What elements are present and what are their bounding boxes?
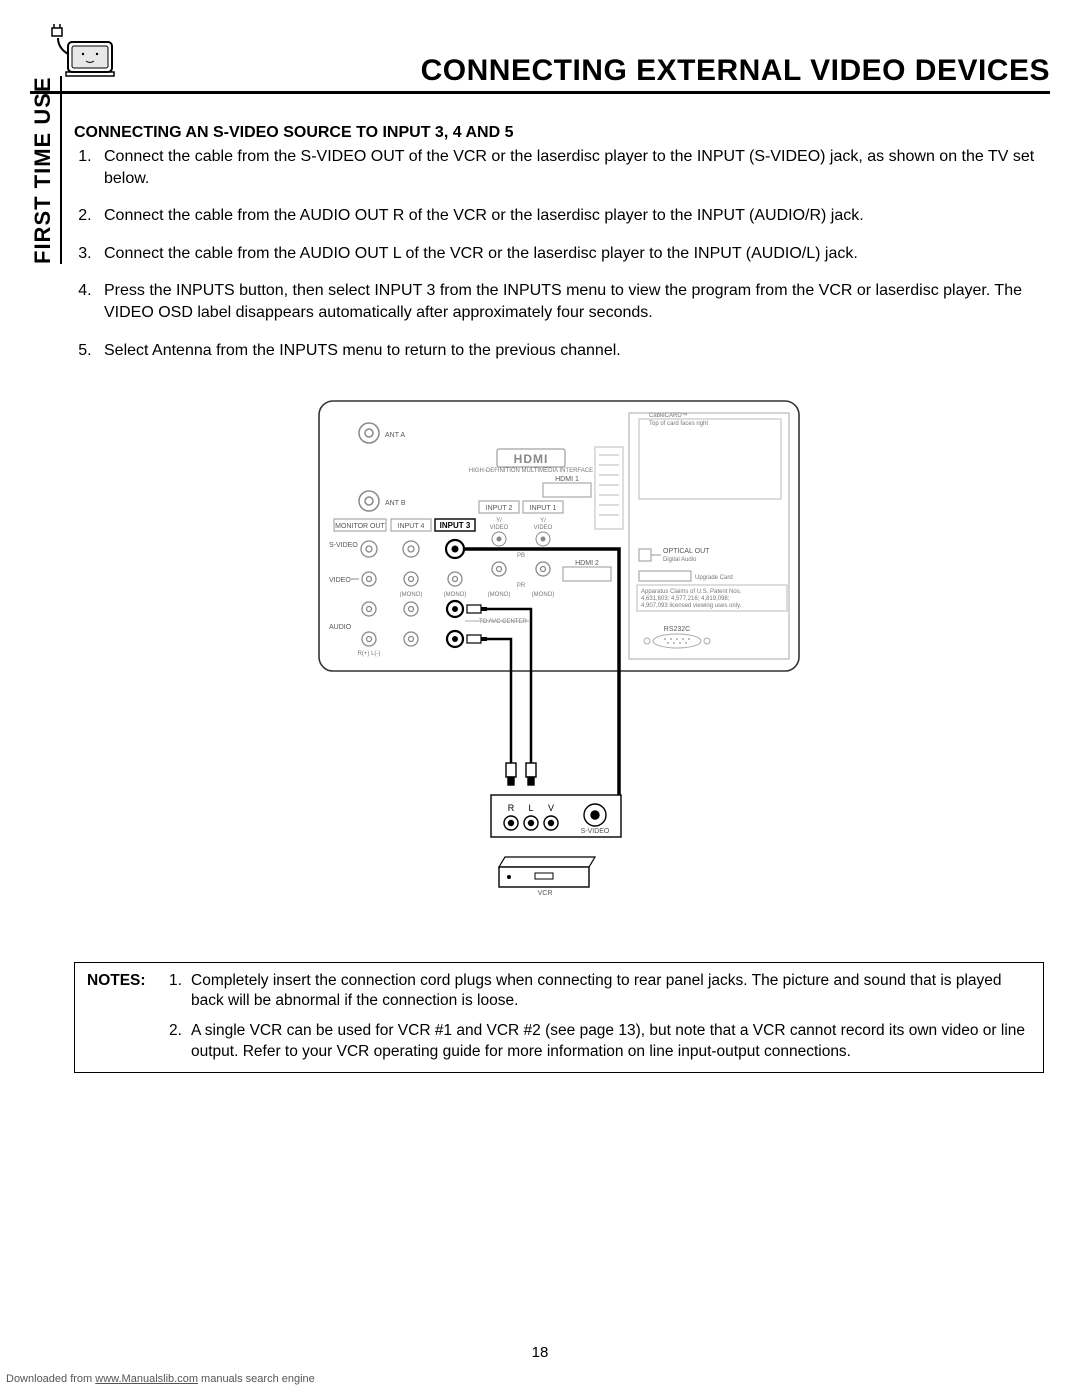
- page: CONNECTING EXTERNAL VIDEO DEVICES FIRST …: [0, 0, 1080, 1397]
- svg-text:TO AVC CENTER: TO AVC CENTER: [479, 619, 527, 625]
- svg-text:(MONO): (MONO): [444, 592, 467, 598]
- svg-text:HDMI 1: HDMI 1: [555, 476, 579, 483]
- svg-text:Apparatus Claims of U.S. Paten: Apparatus Claims of U.S. Patent Nos.: [641, 589, 742, 595]
- svg-text:4,907,093 licensed viewing use: 4,907,093 licensed viewing uses only.: [641, 603, 742, 609]
- step-3: Connect the cable from the AUDIO OUT L o…: [96, 243, 1044, 265]
- svg-text:INPUT 2: INPUT 2: [486, 505, 513, 512]
- svg-text:Upgrade Card: Upgrade Card: [695, 575, 733, 581]
- step-2: Connect the cable from the AUDIO OUT R o…: [96, 205, 1044, 227]
- step-5: Select Antenna from the INPUTS menu to r…: [96, 340, 1044, 362]
- svg-text:Digital Audio: Digital Audio: [663, 557, 697, 563]
- body: FIRST TIME USE CONNECTING AN S-VIDEO SOU…: [30, 124, 1050, 1073]
- diagram-svg: ANT A ANT B HDMI HIGH-DEFINITION MULTIME…: [299, 391, 819, 921]
- footer-suffix: manuals search engine: [198, 1373, 315, 1385]
- svg-text:(MONO): (MONO): [532, 592, 555, 598]
- section-tab: FIRST TIME USE: [30, 124, 64, 1073]
- notes-box: NOTES: 1. Completely insert the connecti…: [74, 962, 1044, 1073]
- svg-text:R(+) L(-): R(+) L(-): [358, 651, 381, 657]
- svg-text:RS232C: RS232C: [664, 626, 690, 633]
- page-number: 18: [0, 1344, 1080, 1361]
- svg-text:AUDIO: AUDIO: [329, 624, 352, 631]
- svg-text:HDMI: HDMI: [514, 452, 549, 466]
- svg-text:PR: PR: [517, 583, 526, 589]
- step-4: Press the INPUTS button, then select INP…: [96, 280, 1044, 323]
- notes-label: NOTES:: [87, 971, 169, 1011]
- download-footer: Downloaded from www.Manualslib.com manua…: [6, 1373, 315, 1385]
- svg-text:S-VIDEO: S-VIDEO: [581, 828, 610, 835]
- svg-text:4,631,603; 4,577,216; 4,819,09: 4,631,603; 4,577,216; 4,819,098;: [641, 596, 730, 602]
- svg-text:MONITOR OUT: MONITOR OUT: [335, 523, 385, 530]
- page-title: CONNECTING EXTERNAL VIDEO DEVICES: [421, 54, 1050, 88]
- svg-text:HDMI 2: HDMI 2: [575, 560, 599, 567]
- svg-text:INPUT 4: INPUT 4: [398, 523, 425, 530]
- svg-text:(MONO): (MONO): [400, 592, 423, 598]
- svg-text:VIDEO: VIDEO: [329, 577, 351, 584]
- section-tab-label: FIRST TIME USE: [30, 76, 62, 264]
- svg-text:ANT B: ANT B: [385, 500, 406, 507]
- svg-text:VIDEO: VIDEO: [534, 525, 553, 531]
- svg-text:Y/: Y/: [540, 518, 546, 524]
- content: CONNECTING AN S-VIDEO SOURCE TO INPUT 3,…: [64, 124, 1050, 1073]
- svg-text:Top of card faces right: Top of card faces right: [649, 421, 708, 427]
- svg-text:HIGH-DEFINITION MULTIMEDIA INT: HIGH-DEFINITION MULTIMEDIA INTERFACE: [469, 468, 593, 474]
- svg-text:(MONO): (MONO): [488, 592, 511, 598]
- svg-text:CableCARD™: CableCARD™: [649, 412, 688, 419]
- page-header: CONNECTING EXTERNAL VIDEO DEVICES: [30, 24, 1050, 94]
- step-1: Connect the cable from the S-VIDEO OUT o…: [96, 146, 1044, 189]
- svg-text:INPUT 1: INPUT 1: [530, 505, 557, 512]
- svg-text:L: L: [528, 803, 533, 813]
- instruction-list: Connect the cable from the S-VIDEO OUT o…: [74, 146, 1044, 361]
- svg-text:S-VIDEO: S-VIDEO: [329, 542, 358, 549]
- svg-text:R: R: [508, 803, 515, 813]
- note-text-2: A single VCR can be used for VCR #1 and …: [191, 1021, 1031, 1061]
- svg-text:V: V: [548, 803, 554, 813]
- svg-text:PB: PB: [517, 553, 525, 559]
- footer-link[interactable]: www.Manualslib.com: [95, 1373, 198, 1385]
- note-number-1: 1.: [169, 971, 191, 1011]
- svg-text:ANT A: ANT A: [385, 432, 405, 439]
- svg-text:VCR: VCR: [538, 890, 553, 897]
- note-text-1: Completely insert the connection cord pl…: [191, 971, 1031, 1011]
- note-number-2: 2.: [169, 1021, 191, 1061]
- section-heading: CONNECTING AN S-VIDEO SOURCE TO INPUT 3,…: [74, 124, 1044, 142]
- svg-text:OPTICAL OUT: OPTICAL OUT: [663, 548, 710, 555]
- header-rule: [30, 91, 1050, 94]
- svg-text:INPUT 3: INPUT 3: [440, 521, 471, 530]
- svg-text:VIDEO: VIDEO: [490, 525, 509, 531]
- footer-prefix: Downloaded from: [6, 1373, 95, 1385]
- connection-diagram: ANT A ANT B HDMI HIGH-DEFINITION MULTIME…: [74, 391, 1044, 926]
- svg-text:Y/: Y/: [496, 518, 502, 524]
